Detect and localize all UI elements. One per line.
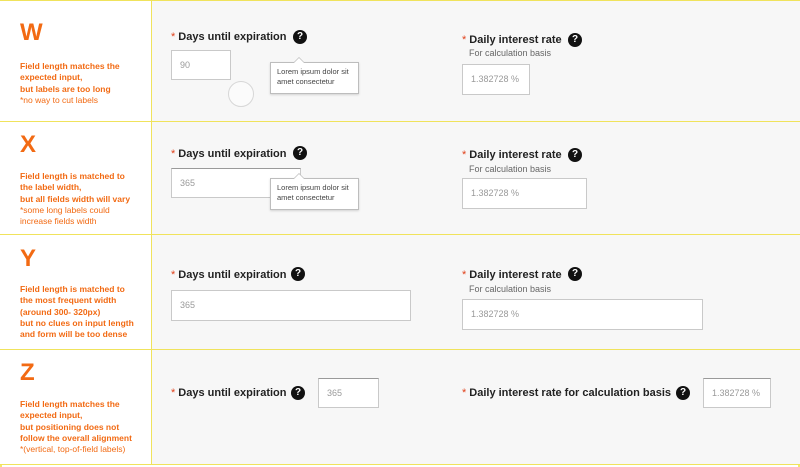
variant-row-z: Z Field length matches the expected inpu…: [0, 349, 800, 465]
form-preview-y: * Days until expiration ? 365 * Daily inte…: [152, 235, 800, 349]
rate-sublabel: For calculation basis: [469, 284, 552, 294]
help-icon[interactable]: ?: [291, 386, 305, 400]
note-line: *(vertical, top-of-field labels): [20, 444, 126, 455]
days-label: * Days until expiration: [171, 387, 286, 399]
variant-row-x: X Field length is matched to the label w…: [0, 121, 800, 234]
variant-notes: Field length is matched to the most freq…: [20, 284, 134, 340]
cursor-indicator: [228, 81, 254, 107]
rate-label-text: Daily interest rate: [469, 149, 562, 161]
rate-label-text: Daily interest rate: [469, 34, 562, 46]
days-label-text: Days until expiration: [178, 31, 287, 43]
note-line: but no clues on input length: [20, 317, 134, 328]
rate-label-text: Daily interest rate: [469, 269, 562, 281]
help-tooltip: Lorem ipsum dolor sit amet consectetur: [270, 57, 359, 94]
variant-letter: W: [20, 19, 43, 46]
help-icon[interactable]: ?: [568, 33, 582, 47]
required-mark: *: [171, 148, 176, 160]
required-mark: *: [171, 31, 176, 43]
rate-input[interactable]: 1.382728 %: [703, 378, 771, 408]
help-icon[interactable]: ?: [293, 146, 307, 160]
variant-letter: Z: [20, 359, 35, 386]
required-mark: *: [462, 34, 467, 46]
rate-sublabel: For calculation basis: [469, 164, 552, 174]
rate-label: * Daily interest rate for calculation bas…: [462, 387, 671, 399]
days-label: * Days until expiration: [171, 269, 286, 281]
help-tooltip: Lorem ipsum dolor sit amet consectetur: [270, 173, 359, 210]
help-icon[interactable]: ?: [568, 148, 582, 162]
variant-description-z: Z Field length matches the expected inpu…: [0, 350, 152, 464]
note-line: (around 300- 320px): [20, 306, 101, 317]
required-mark: *: [462, 269, 467, 281]
days-input[interactable]: 365: [318, 378, 379, 408]
variant-notes: Field length matches the expected input,…: [20, 61, 120, 106]
note-line: the most frequent width: [20, 295, 117, 306]
variant-row-y: Y Field length is matched to the most fr…: [0, 234, 800, 349]
note-line: Field length matches the: [20, 399, 120, 409]
days-input[interactable]: 365: [171, 290, 411, 321]
variant-letter: Y: [20, 245, 37, 272]
variant-description-w: W Field length matches the expected inpu…: [0, 1, 152, 121]
note-line: *some long labels could: [20, 204, 110, 215]
form-preview-x: * Days until expiration ? 365 Lorem ipsum…: [152, 122, 800, 234]
days-label-text: Days until expiration: [178, 148, 287, 160]
help-icon[interactable]: ?: [291, 267, 305, 281]
note-line: the label width,: [20, 182, 82, 193]
form-preview-w: * Days until expiration ? 90 Lorem ipsum …: [152, 1, 800, 121]
help-icon[interactable]: ?: [568, 267, 582, 281]
rate-label: * Daily interest rate: [462, 34, 562, 46]
form-preview-z: * Days until expiration ? 365 * Daily inte…: [152, 350, 800, 464]
days-label: * Days until expiration: [171, 31, 286, 43]
days-label: * Days until expiration: [171, 148, 286, 160]
note-line: Field length is matched to: [20, 171, 125, 181]
note-line: *no way to cut labels: [20, 94, 98, 105]
days-label-text: Days until expiration: [178, 387, 287, 399]
variant-letter: X: [20, 131, 37, 158]
note-line: and form will be too dense: [20, 329, 128, 340]
help-icon[interactable]: ?: [676, 386, 690, 400]
variant-notes: Field length matches the expected input,…: [20, 399, 132, 455]
variant-description-y: Y Field length is matched to the most fr…: [0, 235, 152, 349]
note-line: but labels are too long: [20, 83, 111, 94]
note-line: but all fields width will vary: [20, 193, 131, 204]
variant-notes: Field length is matched to the label wid…: [20, 171, 130, 227]
required-mark: *: [462, 149, 467, 161]
rate-input[interactable]: 1.382728 %: [462, 299, 703, 330]
rate-input[interactable]: 1.382728 %: [462, 178, 587, 209]
variant-description-x: X Field length is matched to the label w…: [0, 122, 152, 234]
note-line: Field length matches the: [20, 61, 120, 71]
rate-label: * Daily interest rate: [462, 149, 562, 161]
required-mark: *: [171, 387, 176, 399]
note-line: increase fields width: [20, 216, 97, 227]
note-line: expected input,: [20, 72, 83, 83]
note-line: expected input,: [20, 410, 83, 421]
note-line: Field length is matched to: [20, 284, 125, 294]
help-icon[interactable]: ?: [293, 30, 307, 44]
rate-sublabel: For calculation basis: [469, 48, 552, 58]
rate-label-text: Daily interest rate for calculation basi…: [469, 387, 672, 399]
days-input[interactable]: 90: [171, 50, 231, 80]
rate-label: * Daily interest rate: [462, 269, 562, 281]
note-line: follow the overall alignment: [20, 432, 132, 443]
variant-row-w: W Field length matches the expected inpu…: [0, 0, 800, 121]
rate-input[interactable]: 1.382728 %: [462, 64, 530, 95]
required-mark: *: [462, 387, 467, 399]
required-mark: *: [171, 269, 176, 281]
note-line: but positioning does not: [20, 421, 120, 432]
days-label-text: Days until expiration: [178, 269, 287, 281]
